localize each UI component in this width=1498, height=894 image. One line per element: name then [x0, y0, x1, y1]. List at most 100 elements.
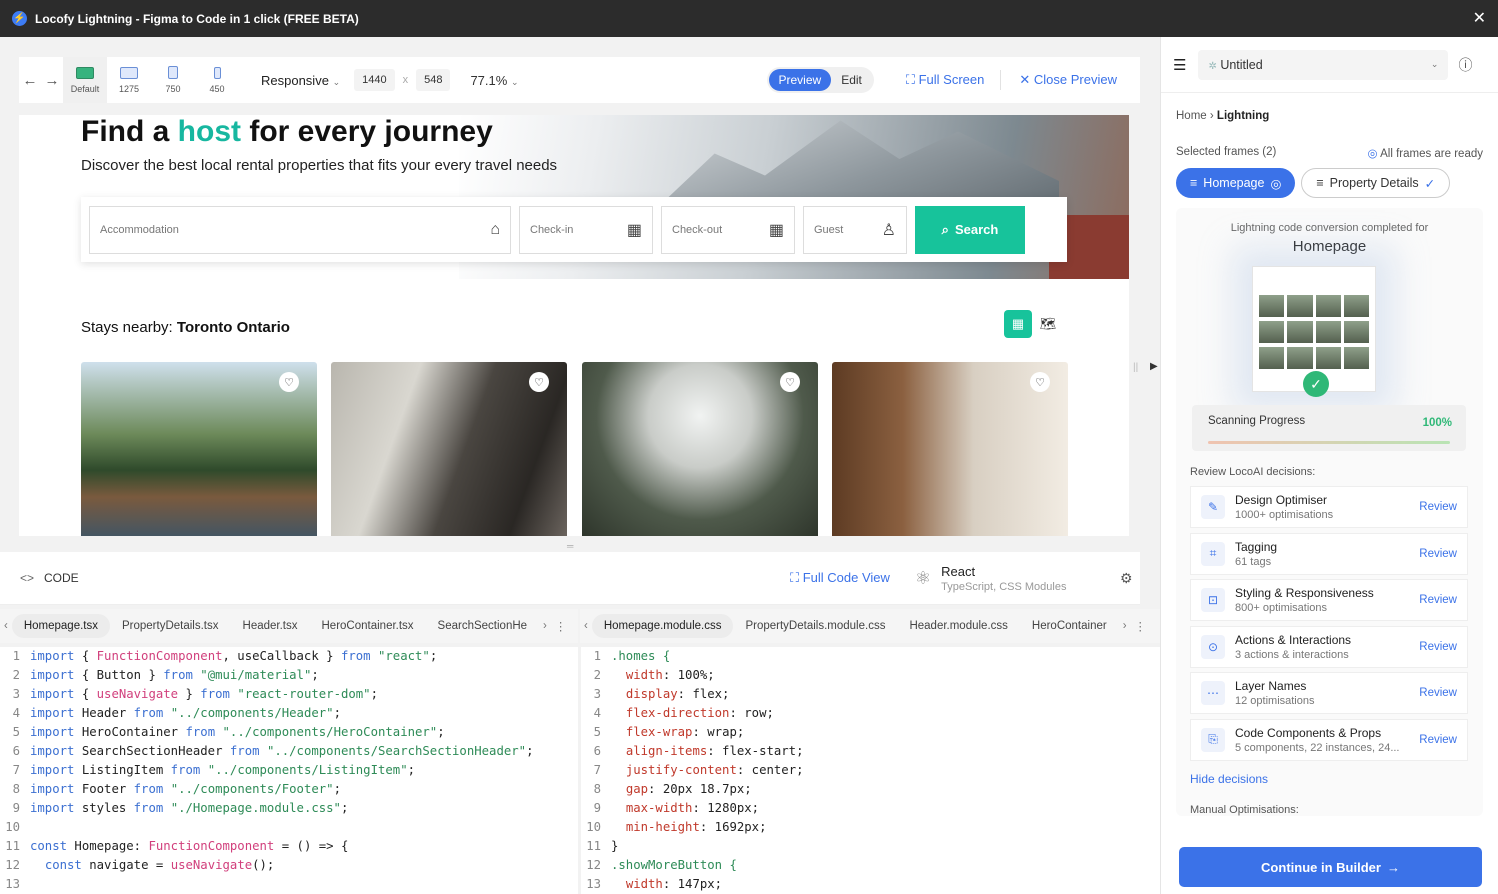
review-button[interactable]: Review: [1419, 501, 1457, 513]
caret-right-icon[interactable]: ▶: [1150, 361, 1158, 372]
react-icon: ⚛: [915, 567, 932, 588]
review-button[interactable]: Review: [1419, 687, 1457, 699]
decision-subtitle: 12 optimisations: [1235, 695, 1315, 707]
breadcrumb-current: Lightning: [1216, 110, 1270, 122]
list-icon: ≡: [1190, 176, 1198, 190]
width-input[interactable]: 1440: [354, 69, 395, 91]
decision-subtitle: 61 tags: [1235, 555, 1272, 568]
review-button[interactable]: Review: [1419, 548, 1457, 560]
code-line: 10​: [5, 820, 20, 834]
device-1275[interactable]: 1275: [107, 57, 151, 103]
guest-field[interactable]: Guest ♙: [803, 205, 907, 254]
listing-card[interactable]: ♡: [582, 362, 818, 536]
review-button[interactable]: Review: [1419, 734, 1457, 746]
review-button[interactable]: Review: [1419, 594, 1457, 606]
map-icon[interactable]: 🗺: [1034, 310, 1062, 338]
back-arrow-icon[interactable]: ←: [19, 72, 41, 89]
decision-icon: ⌗: [1201, 541, 1225, 566]
code-editor-tsx[interactable]: 1 import { FunctionComponent, useCallback…: [0, 647, 578, 894]
checkin-field[interactable]: Check-in ▦: [519, 205, 653, 254]
full-code-view-button[interactable]: ⛶ Full Code View: [790, 570, 890, 586]
decision-icon: ⊡: [1201, 588, 1225, 612]
framework-selector[interactable]: ⚛ React TypeScript, CSS Modules: [915, 564, 1066, 593]
tab-propertydetails-tsx[interactable]: PropertyDetails.tsx: [110, 620, 231, 632]
code-line: 1 import { FunctionComponent, useCallback…: [12, 649, 438, 663]
code-editor-css[interactable]: 1 .homes {2 width: 100%; 3 display: flex; 4…: [581, 647, 1160, 894]
conversion-panel: Lightning code conversion completed for …: [1176, 208, 1483, 816]
code-line: 3 import { useNavigate } from "react-rout…: [12, 687, 378, 701]
more-icon[interactable]: ⋮: [1131, 619, 1151, 633]
chevron-down-icon: ⌄: [510, 76, 519, 87]
code-line: 11}: [586, 839, 619, 853]
chevron-down-icon: ⌄: [1430, 59, 1439, 69]
frame-buttons: ≡ Homepage ◎ ≡ Property Details ✓: [1161, 160, 1498, 198]
code-label: <> CODE: [20, 571, 79, 585]
chevron-left-icon[interactable]: ‹: [0, 620, 12, 632]
forward-arrow-icon[interactable]: →: [41, 72, 63, 89]
decision-title: Tagging: [1235, 539, 1278, 554]
preview-edit-toggle: Preview Edit: [766, 67, 874, 93]
project-icon: ✲: [1208, 60, 1217, 72]
tab-herocontainer-tsx[interactable]: HeroContainer.tsx: [310, 620, 426, 632]
menu-icon[interactable]: ☰: [1173, 56, 1186, 74]
chevron-right-icon[interactable]: ›: [539, 620, 551, 632]
height-input[interactable]: 548: [416, 69, 451, 91]
listing-card[interactable]: ♡: [81, 362, 317, 536]
device-default[interactable]: Default: [63, 57, 107, 103]
close-preview-button[interactable]: ✕ Close Preview: [1019, 72, 1117, 88]
decision-subtitle: 800+ optimisations: [1235, 602, 1328, 614]
right-file-tabs: ‹ Homepage.module.css PropertyDetails.mo…: [580, 609, 1160, 643]
gear-icon[interactable]: ⚙: [1120, 570, 1133, 587]
hide-decisions-link[interactable]: Hide decisions: [1190, 772, 1268, 786]
tab-header-css[interactable]: Header.module.css: [897, 620, 1019, 632]
design-preview: Find a host for every journey Discover t…: [19, 115, 1129, 536]
decision-title: Code Components & Props: [1235, 725, 1382, 740]
heart-icon[interactable]: ♡: [279, 372, 299, 392]
tab-searchsection-tsx[interactable]: SearchSectionHe: [426, 620, 540, 632]
more-icon[interactable]: ⋮: [551, 619, 571, 633]
zoom-dropdown[interactable]: 77.1% ⌄: [470, 73, 518, 88]
code-line: 4 import Header from "../components/Heade…: [12, 706, 341, 720]
listing-card[interactable]: ♡: [331, 362, 567, 536]
tab-herocontainer-css[interactable]: HeroContainer: [1020, 620, 1119, 632]
chevron-left-icon[interactable]: ‹: [580, 620, 592, 632]
responsive-dropdown[interactable]: Responsive ⌄: [261, 73, 340, 88]
preview-button[interactable]: Preview: [768, 69, 832, 91]
review-button[interactable]: Review: [1419, 641, 1457, 653]
edit-button[interactable]: Edit: [831, 69, 872, 91]
code-line: 9 import styles from "./Homepage.module.c…: [12, 801, 349, 815]
listing-card[interactable]: ♡: [832, 362, 1068, 536]
checkout-field[interactable]: Check-out ▦: [661, 205, 795, 254]
preview-toolbar: ← → Default 1275 750 450 Responsive ⌄ 14…: [19, 57, 1140, 103]
grid-icon[interactable]: ▦: [1004, 310, 1032, 338]
decision-subtitle: 3 actions & interactions: [1235, 648, 1349, 661]
tab-propertydetails-css[interactable]: PropertyDetails.module.css: [733, 620, 897, 632]
accommodation-field[interactable]: Accommodation ⌂: [89, 205, 511, 254]
tab-homepage-tsx[interactable]: Homepage.tsx: [11, 614, 110, 638]
frame-homepage-button[interactable]: ≡ Homepage ◎: [1176, 168, 1296, 198]
code-line: 13​: [5, 877, 20, 891]
tab-homepage-css[interactable]: Homepage.module.css: [591, 614, 734, 638]
frame-property-details-button[interactable]: ≡ Property Details ✓: [1301, 168, 1451, 198]
project-selector[interactable]: ✲ Untitled ⌄: [1198, 49, 1449, 80]
heart-icon[interactable]: ♡: [1030, 372, 1050, 392]
breadcrumb-home[interactable]: Home: [1176, 110, 1207, 122]
code-line: 8 import Footer from "../components/Foote…: [12, 782, 341, 796]
user-icon: ♙: [881, 221, 896, 239]
continue-in-builder-button[interactable]: Continue in Builder →: [1179, 847, 1482, 887]
device-750[interactable]: 750: [151, 57, 195, 103]
tab-header-tsx[interactable]: Header.tsx: [231, 620, 310, 632]
decision-title: Actions & Interactions: [1235, 632, 1352, 647]
home-icon: ⌂: [490, 220, 500, 238]
decision-title: Styling & Responsiveness: [1235, 586, 1374, 600]
close-icon[interactable]: ✕: [1473, 8, 1486, 28]
heart-icon[interactable]: ♡: [529, 372, 549, 392]
resize-grip-icon[interactable]: ||: [1133, 362, 1138, 373]
help-icon[interactable]: ⓘ: [1458, 55, 1472, 75]
full-screen-button[interactable]: ⛶ Full Screen: [906, 72, 984, 88]
laptop-icon: [120, 66, 138, 79]
search-button[interactable]: ⌕ Search: [915, 205, 1025, 254]
device-450[interactable]: 450: [195, 57, 239, 103]
heart-icon[interactable]: ♡: [780, 372, 800, 392]
chevron-right-icon[interactable]: ›: [1119, 620, 1131, 632]
